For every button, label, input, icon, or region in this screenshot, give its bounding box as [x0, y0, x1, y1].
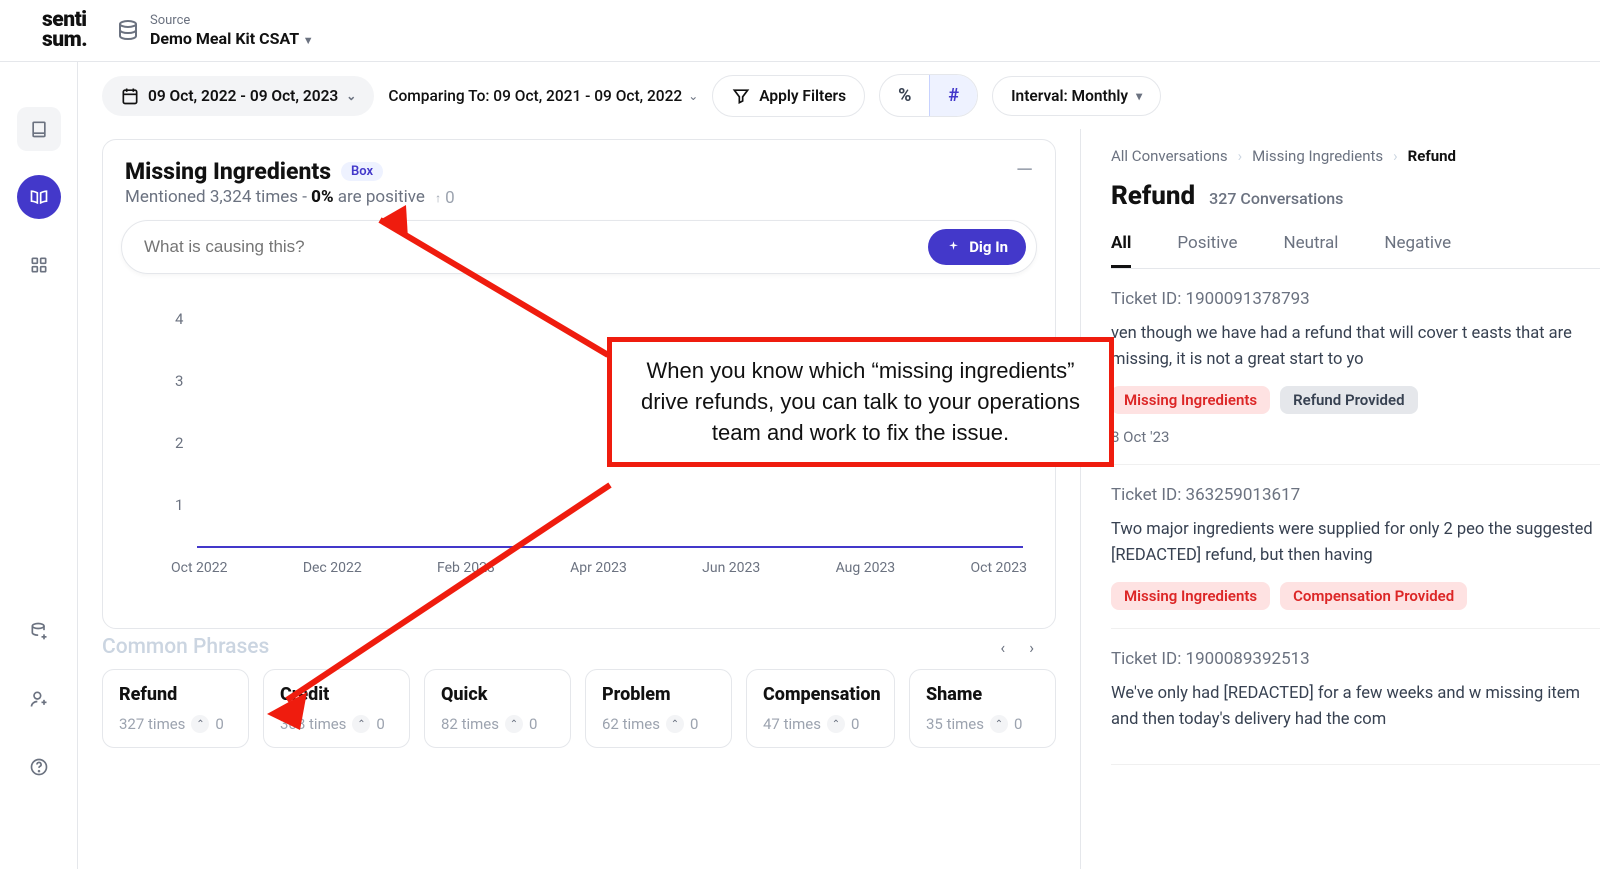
annotation-callout: When you know which “missing ingredients…	[607, 337, 1114, 467]
breadcrumb-item[interactable]: Missing Ingredients	[1252, 147, 1383, 165]
y-tick: 4	[175, 310, 183, 328]
sparkle-icon	[946, 240, 961, 255]
nav-open-book-icon[interactable]	[17, 175, 61, 219]
ticket-id: Ticket ID: 1900089392513	[1111, 649, 1600, 669]
panel-title: Refund	[1111, 181, 1195, 211]
nav-apps-icon[interactable]	[17, 243, 61, 287]
sentiment-tab[interactable]: All	[1111, 233, 1131, 268]
tickets-list: Ticket ID: 1900091378793 ven though we h…	[1111, 269, 1600, 765]
phrase-name: Quick	[441, 684, 554, 705]
ticket-item[interactable]: Ticket ID: 1900091378793 ven though we h…	[1111, 269, 1600, 465]
common-phrases-title: Common Phrases	[102, 635, 269, 659]
phrase-count: 82 times ⌃ 0	[441, 715, 554, 733]
phrase-count: 308 times ⌃ 0	[280, 715, 393, 733]
x-axis-labels: Oct 2022 Dec 2022 Feb 2023 Apr 2023 Jun …	[165, 560, 1033, 576]
calendar-icon	[120, 86, 140, 106]
phrase-count: 327 times ⌃ 0	[119, 715, 232, 733]
ticket-item[interactable]: Ticket ID: 363259013617 Two major ingred…	[1111, 465, 1600, 629]
topic-search: Dig In	[121, 220, 1037, 274]
detail-panel: All Conversations› Missing Ingredients› …	[1080, 129, 1600, 869]
date-range-picker[interactable]: 09 Oct, 2022 - 09 Oct, 2023⌄	[102, 76, 374, 116]
phrase-card[interactable]: Compensation 47 times ⌃ 0	[746, 669, 895, 748]
filter-bar: 09 Oct, 2022 - 09 Oct, 2023⌄ Comparing T…	[78, 62, 1600, 129]
topic-badge: Box	[341, 162, 383, 181]
y-tick: 2	[175, 434, 183, 452]
collapse-button[interactable]: —	[1016, 158, 1033, 183]
phrase-name: Refund	[119, 684, 232, 705]
comparing-to[interactable]: Comparing To: 09 Oct, 2021 - 09 Oct, 202…	[388, 87, 698, 105]
nav-help-icon[interactable]	[17, 745, 61, 789]
source-name: Demo Meal Kit CSAT ▼	[150, 29, 314, 48]
phrase-card[interactable]: Credit 308 times ⌃ 0	[263, 669, 410, 748]
phrases-list: Refund 327 times ⌃ 0Credit 308 times ⌃ 0…	[102, 669, 1056, 748]
breadcrumb: All Conversations› Missing Ingredients› …	[1111, 147, 1600, 165]
phrase-count: 35 times ⌃ 0	[926, 715, 1039, 733]
topic-subtitle: Mentioned 3,324 times - 0% are positive …	[103, 185, 1055, 220]
dig-in-button[interactable]: Dig In	[928, 229, 1026, 265]
ticket-id: Ticket ID: 1900091378793	[1111, 289, 1600, 309]
phrase-count: 62 times ⌃ 0	[602, 715, 715, 733]
sidebar	[0, 0, 78, 869]
phrase-card[interactable]: Refund 327 times ⌃ 0	[102, 669, 249, 748]
phrase-count: 47 times ⌃ 0	[763, 715, 878, 733]
apply-filters-button[interactable]: Apply Filters	[712, 75, 865, 117]
panel-count: 327 Conversations	[1209, 189, 1343, 208]
phrases-next[interactable]: ›	[1029, 638, 1034, 657]
chart-line	[197, 546, 1023, 548]
sentiment-tab[interactable]: Negative	[1384, 233, 1451, 268]
percent-toggle[interactable]: %	[880, 75, 929, 116]
nav-book-icon[interactable]	[17, 107, 61, 151]
breadcrumb-item[interactable]: All Conversations	[1111, 147, 1228, 165]
breadcrumb-current: Refund	[1408, 147, 1456, 165]
phrase-card[interactable]: Shame 35 times ⌃ 0	[909, 669, 1056, 748]
interval-selector[interactable]: Interval: Monthly ▾	[992, 76, 1161, 116]
ticket-tag: Compensation Provided	[1280, 582, 1467, 610]
ticket-id: Ticket ID: 363259013617	[1111, 485, 1600, 505]
ticket-tag: Refund Provided	[1280, 386, 1417, 414]
ticket-item[interactable]: Ticket ID: 1900089392513 We've only had …	[1111, 629, 1600, 765]
topic-title: Missing Ingredients	[125, 158, 331, 185]
topic-search-input[interactable]	[144, 237, 928, 257]
phrase-card[interactable]: Problem 62 times ⌃ 0	[585, 669, 732, 748]
nav-db-add-icon[interactable]	[17, 609, 61, 653]
y-tick: 3	[175, 372, 183, 390]
ticket-tag: Missing Ingredients	[1111, 386, 1270, 414]
ticket-date: 8 Oct '23	[1111, 428, 1600, 446]
y-tick: 1	[175, 496, 183, 514]
brand-logo: senti sum.	[24, 11, 102, 51]
count-toggle[interactable]: #	[929, 75, 977, 116]
metric-toggle: % #	[879, 74, 978, 117]
ticket-body: We've only had [REDACTED] for a few week…	[1111, 681, 1600, 732]
ticket-body: ven though we have had a refund that wil…	[1111, 321, 1600, 372]
phrases-prev[interactable]: ‹	[1000, 638, 1005, 657]
phrase-name: Compensation	[763, 684, 878, 705]
source-selector[interactable]: Source Demo Meal Kit CSAT ▼	[116, 13, 314, 49]
ticket-body: Two major ingredients were supplied for …	[1111, 517, 1600, 568]
sentiment-tab[interactable]: Positive	[1177, 233, 1237, 268]
nav-add-user-icon[interactable]	[17, 677, 61, 721]
sentiment-tab[interactable]: Neutral	[1283, 233, 1338, 268]
source-label: Source	[150, 13, 314, 30]
ticket-tag: Missing Ingredients	[1111, 582, 1270, 610]
database-icon	[116, 18, 140, 42]
phrase-card[interactable]: Quick 82 times ⌃ 0	[424, 669, 571, 748]
filter-icon	[731, 86, 751, 106]
phrase-name: Shame	[926, 684, 1039, 705]
phrase-name: Problem	[602, 684, 715, 705]
sentiment-tabs: All Positive Neutral Negative	[1111, 233, 1600, 269]
phrase-name: Credit	[280, 684, 393, 705]
